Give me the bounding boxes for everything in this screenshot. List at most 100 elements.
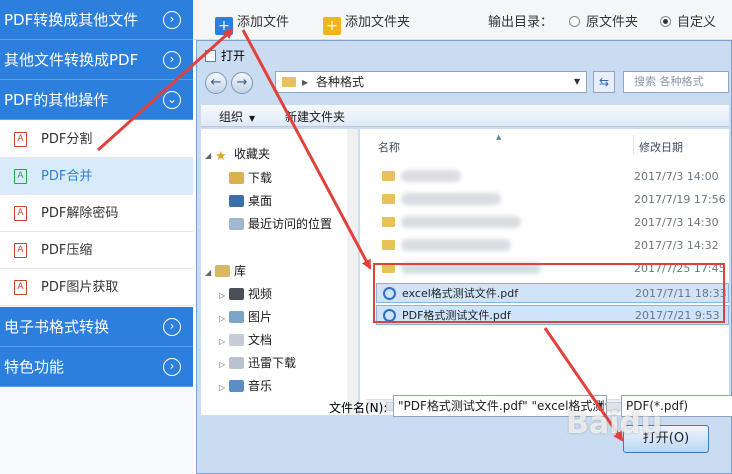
sidebar: PDF转换成其他文件 › 其他文件转换成PDF › PDF的其他操作 ⌄ A P…	[0, 0, 193, 474]
nav-label: 文档	[248, 333, 273, 347]
folder-icon	[382, 217, 395, 227]
output-option-custom[interactable]: 自定义	[660, 11, 716, 30]
nav-label: 图片	[248, 310, 273, 324]
nav-videos[interactable]: ▷ 视频	[219, 285, 272, 302]
organize-label: 组织	[219, 110, 244, 124]
nav-label: 下载	[248, 171, 273, 185]
nav-scrollbar[interactable]	[347, 129, 358, 415]
chevron-right-icon: ›	[163, 11, 181, 29]
sidebar-item-pdf-merge[interactable]: A PDF合并	[0, 158, 193, 195]
folder-date: 2017/7/3 14:00	[634, 170, 719, 183]
sidebar-header-label: PDF转换成其他文件	[4, 11, 139, 29]
sidebar-header-pdf-other-ops[interactable]: PDF的其他操作 ⌄	[0, 80, 193, 120]
address-dropdown-icon[interactable]: ▼	[574, 77, 580, 86]
sidebar-item-label: PDF分割	[41, 132, 93, 147]
add-folder-label: 添加文件夹	[345, 15, 411, 30]
nav-pictures[interactable]: ▷ 图片	[219, 308, 272, 325]
nav-documents[interactable]: ▷ 文档	[219, 331, 272, 348]
recent-places-icon	[229, 218, 244, 230]
folder-row[interactable]: 2017/7/3 14:30	[376, 213, 729, 233]
video-icon	[229, 288, 244, 300]
sidebar-item-label: PDF图片获取	[41, 280, 119, 295]
pdf-file-icon: A	[14, 132, 27, 147]
folder-icon	[282, 77, 296, 87]
sidebar-item-pdf-unlock[interactable]: A PDF解除密码	[0, 195, 193, 232]
add-file-button[interactable]: + 添加文件	[215, 11, 289, 35]
folder-row[interactable]: 2017/7/19 17:56	[376, 190, 729, 210]
sort-ascending-icon: ▲	[496, 133, 502, 141]
sidebar-header-label: 其他文件转换成PDF	[4, 51, 139, 69]
library-icon	[215, 265, 230, 277]
folder-row[interactable]: 2017/7/3 14:32	[376, 236, 729, 256]
sidebar-item-label: PDF合并	[41, 169, 93, 184]
chevron-down-icon: ⌄	[163, 91, 181, 109]
column-header-name[interactable]: 名称	[378, 139, 400, 155]
folder-date: 2017/7/3 14:32	[634, 239, 719, 252]
nav-label: 库	[234, 264, 247, 278]
documents-icon	[229, 334, 244, 346]
collapsed-icon: ▷	[219, 383, 226, 392]
pictures-icon	[229, 311, 244, 323]
filename-label: 文件名(N):	[329, 401, 388, 415]
app-icon	[205, 50, 216, 62]
nav-libraries[interactable]: ◢ 库	[205, 262, 246, 279]
sidebar-item-pdf-split[interactable]: A PDF分割	[0, 121, 193, 158]
chevron-right-icon: ›	[163, 51, 181, 69]
breadcrumb-arrow-icon: ▸	[302, 75, 309, 89]
nav-label: 视频	[248, 287, 273, 301]
sidebar-header-ebook[interactable]: 电子书格式转换 ›	[0, 307, 193, 347]
nav-favorites[interactable]: ◢ ★ 收藏夹	[205, 145, 270, 163]
column-header-modified[interactable]: 修改日期	[639, 139, 683, 155]
folder-icon	[382, 171, 395, 181]
redacted-name	[401, 193, 501, 205]
add-folder-button[interactable]: + 添加文件夹	[323, 11, 410, 35]
nav-label: 迅雷下载	[248, 356, 297, 370]
forward-button[interactable]: →	[231, 72, 253, 94]
chevron-right-icon: ›	[163, 358, 181, 376]
sidebar-item-pdf-image-extract[interactable]: A PDF图片获取	[0, 269, 193, 306]
column-divider	[633, 135, 634, 155]
nav-label: 桌面	[248, 194, 273, 208]
folder-date: 2017/7/3 14:30	[634, 216, 719, 229]
dialog-title-text: 打开	[221, 49, 246, 63]
sidebar-item-label: PDF解除密码	[41, 206, 119, 221]
redacted-name	[401, 170, 461, 182]
nav-music[interactable]: ▷ 音乐	[219, 377, 272, 394]
organize-button[interactable]: 组织 ▼	[219, 108, 255, 125]
thunder-download-icon	[229, 357, 244, 369]
back-button[interactable]: ←	[205, 72, 227, 94]
address-bar[interactable]: ▸ 各种格式	[275, 71, 587, 93]
navigation-pane: ◢ ★ 收藏夹 下载 桌面 最近访问的位置 ◢ 库 ▷ 视频 ▷ 图片 ▷ 文档 ▷ 迅雷下载…	[201, 129, 359, 415]
desktop-icon	[229, 195, 244, 207]
search-input[interactable]: 搜索 各种格式	[623, 71, 729, 93]
sidebar-header-other-to-pdf[interactable]: 其他文件转换成PDF ›	[0, 40, 193, 80]
sidebar-item-pdf-compress[interactable]: A PDF压缩	[0, 232, 193, 269]
download-folder-icon	[229, 172, 244, 184]
nav-label: 最近访问的位置	[248, 217, 333, 231]
add-folder-icon: +	[323, 17, 341, 35]
nav-label: 音乐	[248, 379, 273, 393]
annotation-highlight-box	[373, 263, 725, 323]
output-option-original[interactable]: 原文件夹	[569, 11, 638, 30]
collapsed-icon: ▷	[219, 314, 226, 323]
sidebar-header-pdf-to-other[interactable]: PDF转换成其他文件 ›	[0, 0, 193, 40]
nav-recent-places[interactable]: 最近访问的位置	[229, 215, 332, 232]
command-bar: 组织 ▼ 新建文件夹	[201, 105, 729, 127]
expanded-icon: ◢	[205, 151, 212, 160]
nav-desktop[interactable]: 桌面	[229, 192, 272, 209]
pdf-file-icon: A	[14, 280, 27, 295]
sidebar-header-features[interactable]: 特色功能 ›	[0, 347, 193, 387]
add-file-label: 添加文件	[237, 15, 290, 30]
nav-thunder-downloads[interactable]: ▷ 迅雷下载	[219, 354, 296, 371]
collapsed-icon: ▷	[219, 337, 226, 346]
collapsed-icon: ▷	[219, 360, 226, 369]
refresh-button[interactable]: ⇆	[593, 71, 615, 93]
folder-icon	[382, 194, 395, 204]
sidebar-header-label: 特色功能	[4, 358, 65, 376]
chevron-right-icon: ›	[163, 318, 181, 336]
folder-row[interactable]: 2017/7/3 14:00	[376, 167, 729, 187]
folder-date: 2017/7/19 17:56	[634, 193, 726, 206]
radio-off-icon	[569, 16, 580, 27]
nav-downloads[interactable]: 下载	[229, 169, 272, 186]
new-folder-button[interactable]: 新建文件夹	[285, 108, 345, 125]
